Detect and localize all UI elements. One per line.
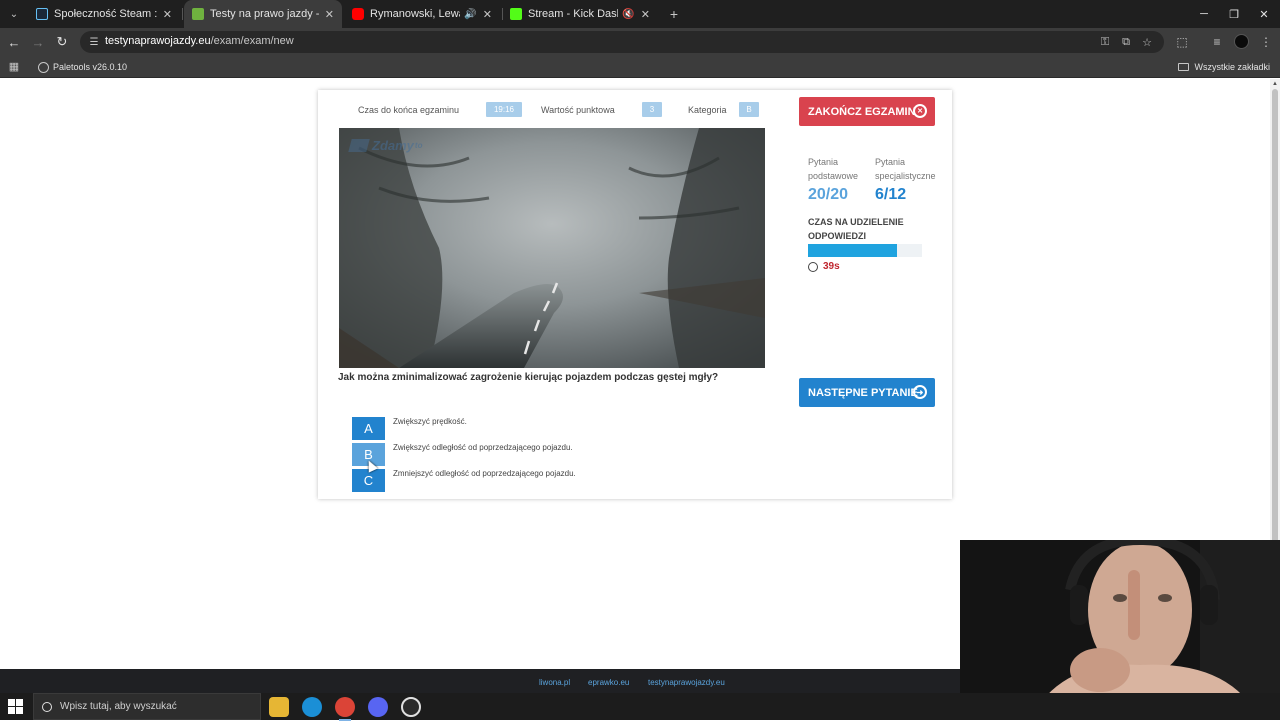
all-bookmarks-button[interactable]: Wszystkie zakładki	[1178, 59, 1270, 75]
windows-start-icon[interactable]	[8, 699, 23, 714]
globe-icon	[38, 61, 49, 73]
points-badge: 3	[642, 102, 662, 117]
taskbar-search[interactable]: Wpisz tutaj, aby wyszukać	[33, 693, 261, 720]
minimize-icon[interactable]: ─	[1188, 0, 1220, 28]
testy-favicon-icon	[192, 8, 204, 20]
new-tab-button[interactable]: +	[664, 4, 684, 24]
points-label: Wartość punktowa	[541, 105, 615, 115]
address-bar[interactable]: ☰ testynaprawojazdy.eu/exam/exam/new ⚿ ⧉…	[80, 31, 1164, 53]
answer-time-countdown: 39s	[808, 261, 840, 272]
reload-icon[interactable]: ↻	[52, 32, 72, 52]
footer-link-eprawko[interactable]: eprawko.eu	[588, 678, 629, 687]
end-exam-button[interactable]: ZAKOŃCZ EGZAMIN ✕	[799, 97, 935, 126]
answer-time-title: CZAS NA UDZIELENIE ODPOWIEDZI	[808, 217, 904, 241]
all-bookmarks-label: Wszystkie zakładki	[1194, 62, 1270, 72]
browser-toolbar: ← → ↻ ☰ testynaprawojazdy.eu/exam/exam/n…	[0, 28, 1280, 56]
folder-icon	[1178, 63, 1190, 71]
tab-youtube[interactable]: Rymanowski, Lewandowski 🔊 ✕	[344, 0, 500, 28]
install-app-icon[interactable]: ⧉	[1118, 34, 1134, 50]
answer-time-progress-fill	[808, 244, 897, 257]
tab-title: Społeczność Steam :: 76561198	[54, 8, 157, 20]
logo-cube-icon	[348, 139, 370, 152]
tab-steam[interactable]: Społeczność Steam :: 76561198 ✕	[28, 0, 180, 28]
restore-icon[interactable]: ❐	[1218, 0, 1250, 28]
bookmarks-bar: ▦ Paletools v26.0.10 Wszystkie zakładki	[0, 56, 1280, 78]
category-badge: B	[739, 102, 759, 117]
profile-avatar[interactable]	[1234, 34, 1249, 49]
basic-questions-label: Pytania podstawowe	[808, 157, 859, 181]
speaker-icon[interactable]: 🔊	[464, 9, 476, 20]
tab-testy-na-prawo-jazdy[interactable]: Testy na prawo jazdy - Przygoto ✕	[184, 0, 342, 28]
tab-search-chevron-icon[interactable]: ⌄	[4, 4, 24, 24]
search-icon	[42, 701, 52, 712]
tab-title: Testy na prawo jazdy - Przygoto	[210, 8, 319, 20]
url-text[interactable]: testynaprawojazdy.eu/exam/exam/new	[105, 35, 294, 47]
answer-time-progress	[808, 244, 922, 257]
answer-time-value: 39s	[823, 261, 840, 272]
close-tab-icon[interactable]: ✕	[163, 8, 172, 21]
scroll-up-arrow-icon[interactable]: ▲	[1272, 81, 1278, 87]
close-tab-icon[interactable]: ✕	[483, 8, 492, 21]
tab-title: Stream - Kick Dashboard	[528, 8, 618, 20]
tab-kick-dashboard[interactable]: Stream - Kick Dashboard 🔇 ✕	[502, 0, 658, 28]
watermark-logo: Zdamy to	[348, 138, 423, 153]
close-window-icon[interactable]: ✕	[1248, 0, 1280, 28]
chrome-browser-icon[interactable]	[335, 697, 355, 721]
bookmark-paletools[interactable]: Paletools v26.0.10	[38, 59, 127, 75]
extensions-puzzle-icon[interactable]: ⬚	[1172, 32, 1192, 52]
close-circle-icon: ✕	[913, 104, 927, 118]
kick-favicon-icon	[510, 8, 522, 20]
end-exam-label: ZAKOŃCZ EGZAMIN	[808, 105, 916, 118]
answer-b-text[interactable]: Zwiększyć odległość od poprzedzającego p…	[393, 443, 573, 452]
back-arrow-icon[interactable]: ←	[4, 32, 24, 52]
next-question-label: NASTĘPNE PYTANIE	[808, 386, 918, 399]
steam-favicon-icon	[36, 8, 48, 20]
footer-link-liwona[interactable]: liwona.pl	[539, 678, 570, 687]
windows-taskbar: Wpisz tutaj, aby wyszukać	[0, 693, 1280, 721]
media-controls-icon[interactable]: ≡	[1207, 32, 1227, 52]
answer-a-text[interactable]: Zwiększyć prędkość.	[393, 417, 467, 426]
watermark-text: Zdamy	[372, 138, 414, 153]
password-key-icon[interactable]: ⚿	[1097, 34, 1113, 50]
watermark-suffix: to	[414, 141, 423, 150]
bookmark-star-icon[interactable]: ☆	[1139, 34, 1155, 50]
answer-a-button[interactable]: A	[352, 417, 385, 440]
edge-browser-icon[interactable]	[302, 697, 322, 717]
tab-title: Rymanowski, Lewandowski	[370, 8, 460, 20]
tab-divider	[182, 8, 183, 20]
taskbar-search-placeholder: Wpisz tutaj, aby wyszukać	[60, 701, 177, 712]
question-image	[339, 128, 765, 368]
close-tab-icon[interactable]: ✕	[641, 8, 650, 21]
more-menu-icon[interactable]: ⋮	[1256, 32, 1276, 52]
basic-questions-value: 20/20	[808, 186, 849, 203]
bookmark-label: Paletools v26.0.10	[53, 62, 128, 72]
footer-link-testynaprawojazdy[interactable]: testynaprawojazdy.eu	[648, 678, 725, 687]
special-questions-value: 6/12	[875, 186, 907, 203]
next-question-button[interactable]: NASTĘPNE PYTANIE ➜	[799, 378, 935, 407]
tab-strip: ⌄ Społeczność Steam :: 76561198 ✕ Testy …	[0, 0, 1280, 28]
question-text: Jak można zminimalizować zagrożenie kier…	[338, 372, 719, 383]
time-left-label: Czas do końca egzaminu	[358, 105, 460, 115]
category-label: Kategoria	[688, 105, 727, 115]
answer-c-text[interactable]: Zmniejszyć odległość od poprzedzającego …	[393, 469, 576, 478]
youtube-favicon-icon	[352, 8, 364, 20]
time-left-badge: 19:16	[486, 102, 522, 117]
close-tab-icon[interactable]: ✕	[325, 8, 334, 21]
discord-icon[interactable]	[368, 697, 388, 717]
obs-studio-icon[interactable]	[401, 697, 421, 717]
clock-icon	[808, 261, 818, 272]
apps-grid-icon[interactable]: ▦	[7, 59, 21, 73]
arrow-right-circle-icon: ➜	[913, 385, 927, 399]
forward-arrow-icon[interactable]: →	[28, 32, 48, 52]
site-info-icon[interactable]: ☰	[86, 34, 102, 50]
special-questions-label: Pytania specjalistyczne	[875, 157, 936, 181]
file-explorer-icon[interactable]	[269, 697, 289, 717]
muted-speaker-icon[interactable]: 🔇	[622, 9, 634, 20]
